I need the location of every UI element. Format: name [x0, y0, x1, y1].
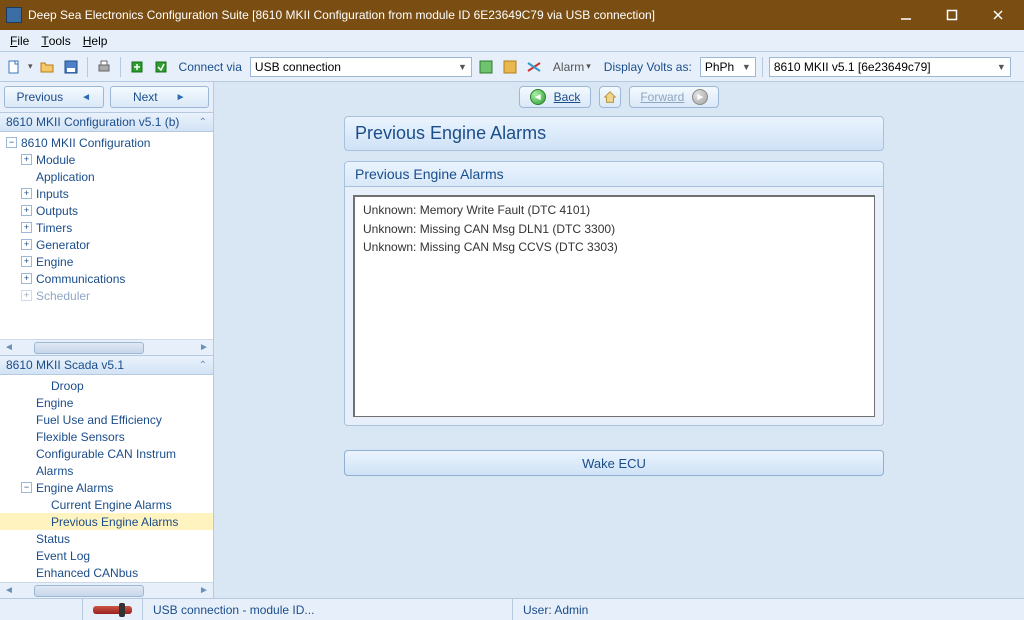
tree-item-communications[interactable]: +Communications — [0, 270, 213, 287]
config-tree-header[interactable]: 8610 MKII Configuration v5.1 (b)⌃ — [0, 112, 213, 132]
read-module-icon[interactable] — [127, 57, 147, 77]
toolbar: ▾ Connect via USB connection▼ Alarm▾ Dis… — [0, 52, 1024, 82]
alarm-row: Unknown: Memory Write Fault (DTC 4101) — [363, 201, 866, 220]
status-connection: USB connection - module ID... — [142, 599, 512, 620]
tree-item-scheduler[interactable]: +Scheduler — [0, 287, 213, 304]
tool-icon-1[interactable] — [476, 57, 496, 77]
status-slider[interactable] — [93, 606, 132, 614]
connect-via-label: Connect via — [175, 60, 246, 74]
tree-item-generator[interactable]: +Generator — [0, 236, 213, 253]
open-icon[interactable] — [37, 57, 57, 77]
new-icon[interactable] — [4, 57, 24, 77]
home-button[interactable] — [599, 86, 621, 108]
scada-item-event-log[interactable]: Event Log — [0, 547, 213, 564]
scada-item-can-instrum[interactable]: Configurable CAN Instrum — [0, 445, 213, 462]
tree-root[interactable]: −8610 MKII Configuration — [0, 134, 213, 151]
tool-icon-2[interactable] — [500, 57, 520, 77]
connection-combo[interactable]: USB connection▼ — [250, 57, 472, 77]
tool-icon-3[interactable] — [524, 57, 544, 77]
menu-help[interactable]: Help — [79, 32, 112, 50]
tree-item-application[interactable]: Application — [0, 168, 213, 185]
tree-item-timers[interactable]: +Timers — [0, 219, 213, 236]
tree-item-module[interactable]: +Module — [0, 151, 213, 168]
scada-item-current-engine-alarms[interactable]: Current Engine Alarms — [0, 496, 213, 513]
window-title: Deep Sea Electronics Configuration Suite… — [28, 8, 882, 22]
volts-mode-combo[interactable]: PhPh▼ — [700, 57, 756, 77]
scada-item-fuel[interactable]: Fuel Use and Efficiency — [0, 411, 213, 428]
alarm-dropdown[interactable]: Alarm▾ — [548, 57, 596, 77]
back-button[interactable]: ◄Back — [519, 86, 592, 108]
minimize-button[interactable] — [884, 2, 928, 28]
scada-item-status[interactable]: Status — [0, 530, 213, 547]
scada-item-alarms[interactable]: Alarms — [0, 462, 213, 479]
scada-tree-header[interactable]: 8610 MKII Scada v5.1⌃ — [0, 355, 213, 375]
tree-item-inputs[interactable]: +Inputs — [0, 185, 213, 202]
wake-ecu-button[interactable]: Wake ECU — [344, 450, 884, 476]
page-subtitle: Previous Engine Alarms — [344, 161, 884, 187]
main-content: ◄Back Forward► Previous Engine Alarms Pr… — [214, 82, 1024, 598]
next-button[interactable]: Next► — [110, 86, 210, 108]
alarm-list: Unknown: Memory Write Fault (DTC 4101) U… — [353, 195, 875, 417]
forward-button[interactable]: Forward► — [629, 86, 719, 108]
write-module-icon[interactable] — [151, 57, 171, 77]
tree-item-outputs[interactable]: +Outputs — [0, 202, 213, 219]
scada-item-previous-engine-alarms[interactable]: Previous Engine Alarms — [0, 513, 213, 530]
alarm-panel: Unknown: Memory Write Fault (DTC 4101) U… — [344, 187, 884, 426]
print-icon[interactable] — [94, 57, 114, 77]
save-icon[interactable] — [61, 57, 81, 77]
status-user: User: Admin — [512, 599, 1024, 620]
menubar: File Tools Help — [0, 30, 1024, 52]
page-title: Previous Engine Alarms — [344, 116, 884, 151]
scada-item-droop[interactable]: Droop — [0, 377, 213, 394]
alarm-row: Unknown: Missing CAN Msg DLN1 (DTC 3300) — [363, 220, 866, 239]
app-icon — [6, 7, 22, 23]
left-pane: Previous◄ Next► 8610 MKII Configuration … — [0, 82, 214, 598]
config-tree-hscroll[interactable]: ◄► — [0, 339, 213, 355]
alarm-row: Unknown: Missing CAN Msg CCVS (DTC 3303) — [363, 238, 866, 257]
module-combo[interactable]: 8610 MKII v5.1 [6e23649c79]▼ — [769, 57, 1011, 77]
statusbar: USB connection - module ID... User: Admi… — [0, 598, 1024, 620]
menu-tools[interactable]: Tools — [37, 32, 74, 50]
close-button[interactable] — [976, 2, 1020, 28]
menu-file[interactable]: File — [6, 32, 33, 50]
scada-item-engine-alarms[interactable]: −Engine Alarms — [0, 479, 213, 496]
previous-button[interactable]: Previous◄ — [4, 86, 104, 108]
titlebar: Deep Sea Electronics Configuration Suite… — [0, 0, 1024, 30]
display-volts-label: Display Volts as: — [600, 60, 696, 74]
scada-item-engine[interactable]: Engine — [0, 394, 213, 411]
scada-item-enhanced-canbus[interactable]: Enhanced CANbus — [0, 564, 213, 581]
scada-tree-hscroll[interactable]: ◄► — [0, 582, 213, 598]
scada-item-flex-sensors[interactable]: Flexible Sensors — [0, 428, 213, 445]
tree-item-engine[interactable]: +Engine — [0, 253, 213, 270]
maximize-button[interactable] — [930, 2, 974, 28]
